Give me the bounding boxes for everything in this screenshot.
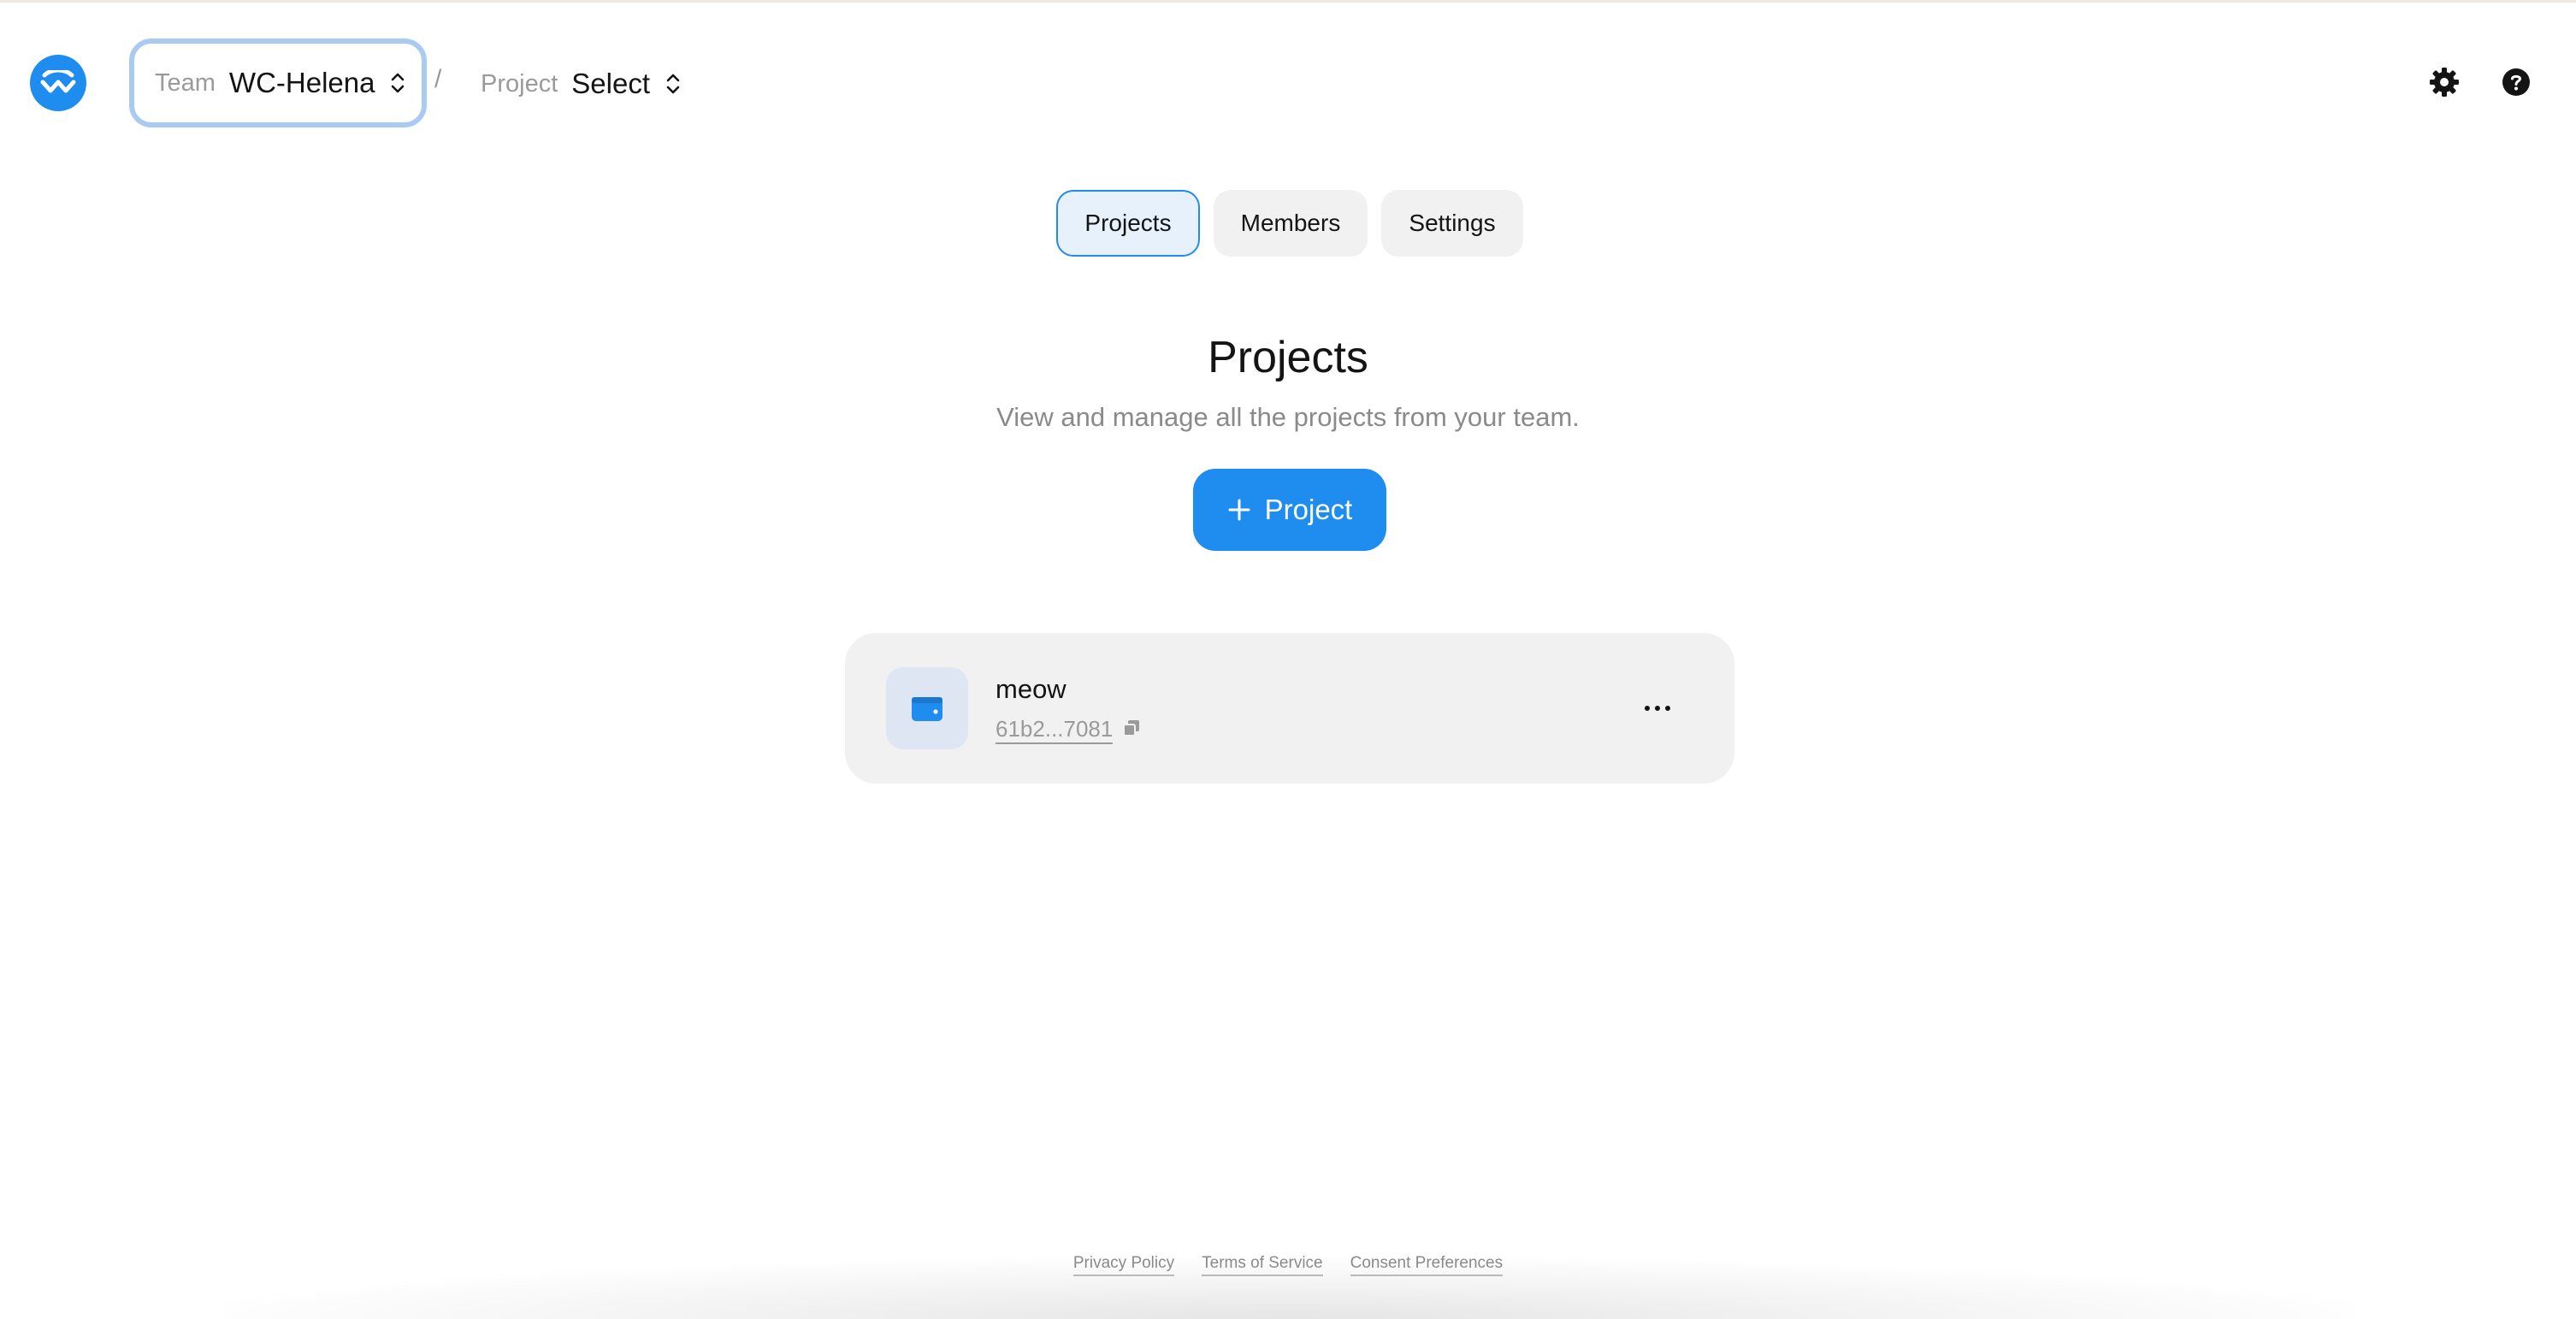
add-project-button[interactable]: Project — [1193, 469, 1386, 551]
project-id[interactable]: 61b2...7081 — [996, 715, 1114, 744]
terms-of-service-link[interactable]: Terms of Service — [1202, 1254, 1323, 1276]
copy-icon[interactable] — [1122, 719, 1143, 739]
page-subtitle: View and manage all the projects from yo… — [996, 402, 1580, 432]
tab-settings[interactable]: Settings — [1381, 190, 1523, 257]
consent-preferences-link[interactable]: Consent Preferences — [1350, 1254, 1504, 1276]
footer-links: Privacy Policy Terms of Service Consent … — [0, 1254, 2576, 1276]
project-value: Select — [571, 68, 650, 99]
tab-bar: Projects Members Settings — [1056, 190, 1537, 258]
breadcrumb-separator: / — [434, 65, 442, 93]
team-value: WC-Helena — [228, 67, 375, 98]
walletconnect-logo[interactable] — [30, 55, 86, 111]
project-name: meow — [996, 674, 1066, 704]
top-border — [0, 0, 2576, 3]
add-project-label: Project — [1264, 494, 1353, 525]
help-icon[interactable] — [2497, 63, 2535, 101]
project-label: Project — [481, 69, 558, 98]
plus-icon — [1227, 498, 1251, 522]
tab-members[interactable]: Members — [1214, 190, 1368, 257]
team-label: Team — [155, 68, 216, 97]
project-selector[interactable]: Project Select — [462, 44, 689, 123]
chevron-up-down-icon — [390, 70, 405, 96]
chevron-up-down-icon — [665, 71, 681, 97]
settings-gear-icon[interactable] — [2425, 63, 2463, 101]
more-options-icon[interactable] — [1637, 688, 1678, 729]
tab-projects[interactable]: Projects — [1056, 190, 1200, 257]
dashboard-page: Team WC-Helena / Project Select Projects… — [0, 0, 2576, 1319]
page-title: Projects — [1208, 333, 1368, 382]
team-selector[interactable]: Team WC-Helena — [129, 38, 427, 127]
wave-logo-icon — [40, 70, 76, 93]
project-card[interactable]: meow 61b2...7081 — [845, 633, 1734, 784]
wallet-icon — [886, 667, 968, 749]
privacy-policy-link[interactable]: Privacy Policy — [1072, 1254, 1175, 1276]
